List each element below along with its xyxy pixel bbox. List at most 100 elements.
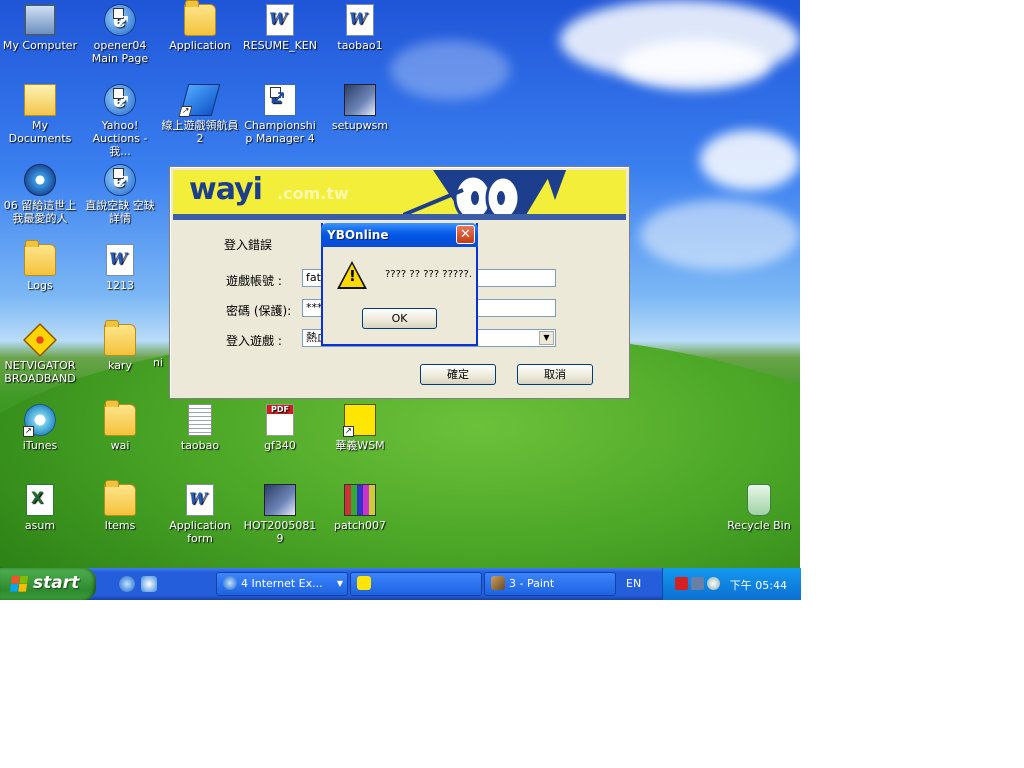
- icon-label: Application form: [169, 519, 231, 545]
- clock[interactable]: 下午 05:44: [730, 577, 787, 593]
- password-label: 密碼 (保護):: [226, 304, 292, 318]
- pdf-icon: PDF: [266, 404, 294, 436]
- desktop-icon-itunes[interactable]: ↗ iTunes: [0, 404, 80, 452]
- netvigator-icon: [23, 323, 57, 357]
- warning-icon: !: [337, 261, 367, 289]
- desktop-icon-items[interactable]: Items: [80, 480, 160, 532]
- start-button[interactable]: start: [0, 568, 96, 600]
- taskbar-item-wsm[interactable]: [350, 572, 482, 596]
- desktop-icon-wai[interactable]: wai: [80, 400, 160, 452]
- folder-icon: [184, 0, 216, 36]
- desktop-icon-asum[interactable]: X asum: [0, 484, 80, 532]
- desktop-icon-patch007[interactable]: patch007: [320, 484, 400, 532]
- icon-label: taobao: [180, 439, 220, 452]
- desktop-icon-recycle-bin[interactable]: Recycle Bin: [719, 484, 799, 532]
- account-label: 遊戲帳號 :: [226, 274, 282, 288]
- media-player-icon: [24, 164, 56, 196]
- icon-label: Logs: [27, 279, 53, 292]
- desktop-icon-opener04[interactable]: e↗ opener04 Main Page: [80, 4, 160, 65]
- wsm-icon: ↗: [343, 404, 376, 437]
- cancel-button[interactable]: 取消: [517, 364, 593, 385]
- tray-shield-icon[interactable]: [675, 577, 688, 590]
- championship-manager-icon: L↗: [264, 84, 296, 116]
- icon-label: Application: [169, 39, 231, 52]
- desktop-icon-gf340[interactable]: PDF gf340: [240, 404, 320, 452]
- ok-button[interactable]: OK: [362, 308, 437, 329]
- quicklaunch-ie-icon[interactable]: [119, 576, 135, 592]
- itunes-icon: ↗: [23, 404, 56, 437]
- wayi-logo: wayi: [189, 172, 263, 207]
- folder-icon: [104, 400, 136, 436]
- icon-label: My Computer: [2, 39, 78, 52]
- icon-label: Yahoo! Auctions - 我...: [92, 119, 148, 158]
- desktop-icon-application-folder[interactable]: Application: [160, 0, 240, 52]
- mascot-eyes-icon: [403, 170, 567, 214]
- taskbar-item-internet-explorer[interactable]: 4 Internet Ex... ▼: [216, 572, 348, 596]
- desktop-icon-kary[interactable]: kary: [80, 320, 160, 372]
- language-indicator[interactable]: EN: [626, 577, 641, 590]
- paint-icon: [491, 576, 505, 590]
- icon-label: My Documents: [8, 119, 72, 145]
- word-document-icon: W: [106, 244, 134, 276]
- icon-label: Recycle Bin: [727, 519, 791, 532]
- internet-explorer-icon: e↗: [104, 164, 136, 196]
- word-document-icon: W: [266, 4, 294, 36]
- ybonline-message-box: YBOnline ✕ ! ???? ?? ??? ?????. OK: [321, 223, 478, 346]
- my-documents-icon: [24, 84, 56, 116]
- desktop-icon-yahoo-auctions[interactable]: e↗ Yahoo! Auctions - 我...: [80, 84, 160, 158]
- desktop-icon-taobao[interactable]: taobao: [160, 404, 240, 452]
- desktop-icon-my-documents[interactable]: My Documents: [0, 84, 80, 145]
- desktop-icon-my-computer[interactable]: My Computer: [0, 4, 80, 52]
- icon-label: 華義WSM: [335, 439, 385, 452]
- desktop-icon-application-form[interactable]: W Application form: [160, 484, 240, 545]
- icon-label: wai: [110, 439, 130, 452]
- icon-label: 直說空缺 空缺詳情: [85, 199, 155, 225]
- taskbar-item-paint[interactable]: 3 - Paint: [484, 572, 616, 596]
- desktop-icon-setupwsm[interactable]: setupwsm: [320, 84, 400, 132]
- icon-label: patch007: [333, 519, 387, 532]
- icon-label: taobao1: [337, 39, 383, 52]
- icon-label: Items: [104, 519, 136, 532]
- icon-label: NETVIGATOR BROADBAND: [4, 359, 76, 385]
- windows-flag-icon: [9, 576, 29, 592]
- icon-label: 線上遊戲領航員2: [161, 119, 239, 145]
- tray-network-icon[interactable]: [691, 577, 704, 590]
- icon-label: setupwsm: [331, 119, 389, 132]
- icon-label: opener04 Main Page: [91, 39, 149, 65]
- folder-icon: [104, 320, 136, 356]
- game-select-label: 登入遊戲 :: [226, 334, 282, 348]
- desktop-icon-media-06[interactable]: 06 留給這世上我最愛的人: [0, 164, 80, 225]
- close-icon[interactable]: ✕: [456, 225, 475, 244]
- tray-speaker-icon[interactable]: [707, 577, 720, 590]
- confirm-button[interactable]: 確定: [420, 364, 496, 385]
- desktop-icon-resume-ken[interactable]: W RESUME_KEN: [240, 4, 320, 52]
- start-label: start: [33, 573, 80, 593]
- winrar-archive-icon: [344, 484, 376, 516]
- icon-label: asum: [24, 519, 56, 532]
- desktop-icon-1213[interactable]: W 1213: [80, 244, 160, 292]
- my-computer-icon: [24, 4, 56, 36]
- installer-icon: [344, 84, 376, 116]
- message-box-titlebar[interactable]: YBOnline ✕: [321, 223, 478, 247]
- taskbar: start 4 Internet Ex... ▼ 3 - Paint EN 下午…: [0, 568, 801, 600]
- icon-label: HOT20050819: [243, 519, 317, 545]
- chevron-down-icon[interactable]: ▼: [539, 331, 554, 345]
- desktop-icon-online-game-navigator[interactable]: ↗ 線上遊戲領航員2: [160, 84, 240, 145]
- desktop-icon-job-vacancies[interactable]: e↗ 直說空缺 空缺詳情: [80, 164, 160, 225]
- word-document-icon: W: [186, 484, 214, 516]
- word-document-icon: W: [346, 4, 374, 36]
- desktop-icon-hot20050819[interactable]: HOT20050819: [240, 484, 320, 545]
- desktop-icon-wayi-wsm[interactable]: ↗ 華義WSM: [320, 404, 400, 452]
- wayi-domain: .com.tw: [277, 184, 349, 203]
- desktop-icon-netvigator[interactable]: NETVIGATOR BROADBAND: [0, 323, 80, 385]
- desktop-icon-logs[interactable]: Logs: [0, 240, 80, 292]
- chevron-down-icon: ▼: [336, 579, 343, 588]
- wsm-icon: [357, 576, 371, 590]
- desktop-icon-championship-manager[interactable]: L↗ Championship Manager 4: [240, 84, 320, 145]
- icon-label: Championship Manager 4: [244, 119, 316, 145]
- installer-icon: [264, 484, 296, 516]
- desktop-icon-taobao1[interactable]: W taobao1: [320, 4, 400, 52]
- quicklaunch-show-desktop-icon[interactable]: [141, 576, 157, 592]
- icon-label: 1213: [106, 279, 134, 292]
- icon-label: kary: [108, 359, 132, 372]
